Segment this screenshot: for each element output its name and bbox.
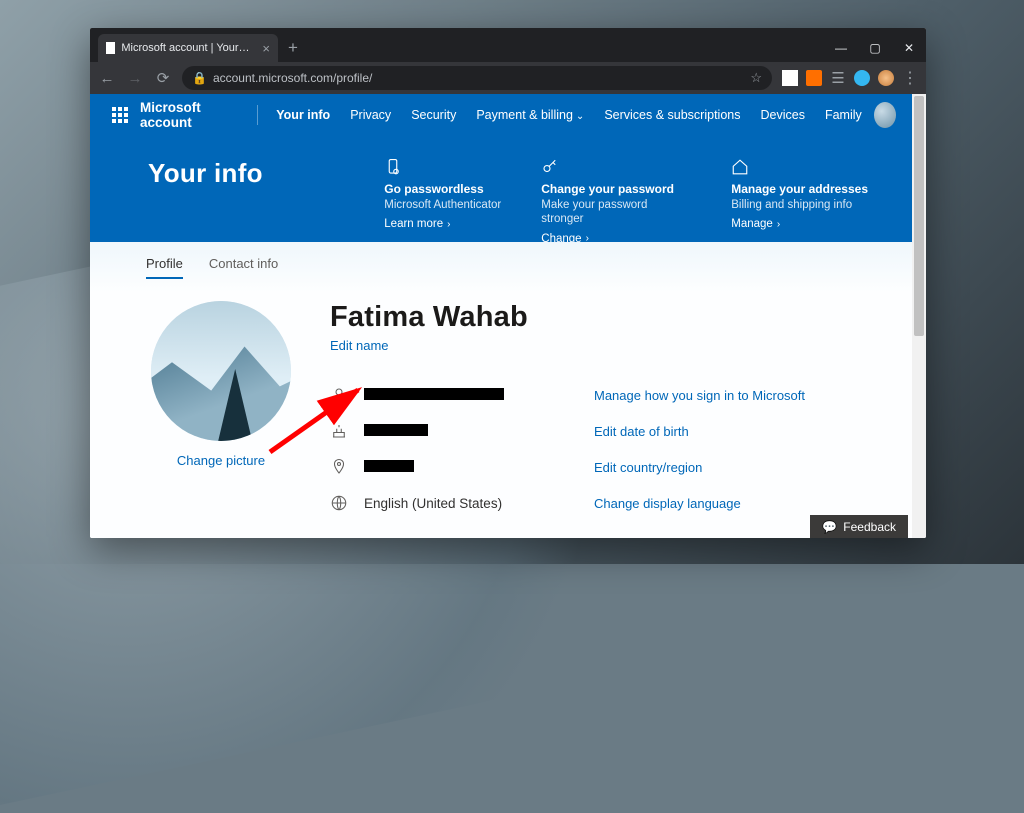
profile-row: Edit country/region: [330, 449, 870, 485]
card-action-link[interactable]: Learn more ›: [384, 218, 450, 230]
edit-name-link[interactable]: Edit name: [330, 338, 389, 353]
scrollbar-thumb[interactable]: [914, 96, 924, 336]
nav-link-your-info[interactable]: Your info: [266, 108, 340, 122]
nav-back-button[interactable]: ←: [98, 70, 116, 87]
extension-icon[interactable]: [854, 70, 870, 86]
redacted-value: [364, 424, 428, 436]
row-action-link[interactable]: Change display language: [594, 496, 741, 511]
browser-menu-button[interactable]: ⋮: [902, 70, 918, 86]
browser-window: Microsoft account | Your profile | ... ×…: [90, 28, 926, 538]
titlebar: Microsoft account | Your profile | ... ×…: [90, 28, 926, 62]
nav-link-services-subscriptions[interactable]: Services & subscriptions: [594, 108, 750, 122]
hero-card: Go passwordless Microsoft Authenticator Le…: [384, 158, 501, 245]
nav-forward-button[interactable]: →: [126, 70, 144, 87]
chevron-right-icon: ›: [447, 219, 450, 230]
pin-icon: [330, 458, 364, 476]
extension-icon[interactable]: [782, 70, 798, 86]
nav-link-security[interactable]: Security: [401, 108, 466, 122]
redacted-value: [364, 388, 504, 400]
chevron-right-icon: ›: [777, 219, 780, 230]
profile-section: Change picture Fatima Wahab Edit name Ma…: [146, 301, 870, 521]
person-icon: [330, 386, 364, 404]
row-action-link[interactable]: Manage how you sign in to Microsoft: [594, 388, 805, 403]
omnibox[interactable]: 🔒 account.microsoft.com/profile/ ☆: [182, 66, 772, 90]
nav-link-privacy[interactable]: Privacy: [340, 108, 401, 122]
redacted-value: [364, 460, 414, 472]
hero: Your info Go passwordless Microsoft Authe…: [108, 136, 908, 245]
row-action-link[interactable]: Edit country/region: [594, 460, 702, 475]
browser-tab[interactable]: Microsoft account | Your profile | ... ×: [98, 34, 278, 62]
nav-link-payment-billing[interactable]: Payment & billing⌄: [466, 108, 594, 122]
account-avatar[interactable]: [874, 102, 896, 128]
card-desc: Microsoft Authenticator: [384, 198, 501, 212]
row-action-link[interactable]: Edit date of birth: [594, 424, 689, 439]
window-close[interactable]: ✕: [892, 34, 926, 62]
nav-link-family[interactable]: Family: [815, 108, 872, 122]
page-viewport: Microsoft account Your infoPrivacySecuri…: [90, 94, 926, 538]
window-controls: ― ▢ ✕: [824, 34, 926, 62]
new-tab-button[interactable]: +: [288, 38, 298, 58]
profile-tabs: Profile Contact info: [146, 256, 870, 279]
lock-icon: 🔒: [192, 71, 207, 85]
tab-favicon: [106, 42, 115, 54]
profile-avatar-button[interactable]: [878, 70, 894, 86]
card-title: Go passwordless: [384, 182, 501, 196]
card-desc: Billing and shipping info: [731, 198, 868, 212]
card-title: Manage your addresses: [731, 182, 868, 196]
cake-icon: [330, 422, 364, 440]
content-area: Profile Contact info Change picture Fatim…: [90, 242, 926, 538]
feedback-button[interactable]: 💬 Feedback: [810, 515, 908, 538]
card-title: Change your password: [541, 182, 691, 196]
tab-title: Microsoft account | Your profile | ...: [121, 42, 252, 54]
info-column: Fatima Wahab Edit name Manage how you si…: [330, 301, 870, 521]
tab-contact-info[interactable]: Contact info: [209, 256, 278, 279]
profile-row: English (United States) Change display la…: [330, 485, 870, 521]
extensions-tray: ☰ ⋮: [782, 70, 918, 86]
globe-icon: [330, 494, 364, 512]
nav-link-devices[interactable]: Devices: [750, 108, 814, 122]
window-minimize[interactable]: ―: [824, 34, 858, 62]
hero-card: Manage your addresses Billing and shippin…: [731, 158, 868, 245]
extension-icon[interactable]: [806, 70, 822, 86]
url-text: account.microsoft.com/profile/: [213, 71, 372, 85]
profile-row: Manage how you sign in to Microsoft: [330, 377, 870, 413]
card-desc: Make your password stronger: [541, 198, 691, 227]
profile-row: Edit date of birth: [330, 413, 870, 449]
window-maximize[interactable]: ▢: [858, 34, 892, 62]
brand-label[interactable]: Microsoft account: [140, 100, 239, 130]
key-icon: [541, 158, 691, 178]
picture-column: Change picture: [146, 301, 296, 521]
tab-close-icon[interactable]: ×: [262, 41, 270, 56]
phone-lock-icon: [384, 158, 501, 178]
page-title: Your info: [148, 158, 263, 245]
extensions-menu-icon[interactable]: ☰: [830, 70, 846, 86]
ms-header: Microsoft account Your infoPrivacySecuri…: [90, 94, 926, 242]
profile-picture[interactable]: [151, 301, 291, 441]
address-bar: ← → ⟳ 🔒 account.microsoft.com/profile/ ☆…: [90, 62, 926, 94]
nav-separator: [257, 105, 258, 125]
tab-profile[interactable]: Profile: [146, 256, 183, 279]
chevron-down-icon: ⌄: [576, 111, 584, 122]
hero-card: Change your password Make your password s…: [541, 158, 691, 245]
bookmark-star-icon[interactable]: ☆: [750, 70, 762, 86]
nav-reload-button[interactable]: ⟳: [154, 69, 172, 87]
user-name: Fatima Wahab: [330, 301, 870, 334]
card-action-link[interactable]: Manage ›: [731, 218, 780, 230]
scrollbar-track[interactable]: [912, 94, 926, 538]
change-picture-link[interactable]: Change picture: [177, 453, 265, 468]
home-icon: [731, 158, 868, 178]
ms-nav: Microsoft account Your infoPrivacySecuri…: [108, 94, 908, 136]
row-value: English (United States): [364, 496, 502, 511]
app-launcher-icon[interactable]: [108, 101, 132, 129]
chat-icon: 💬: [822, 520, 837, 534]
